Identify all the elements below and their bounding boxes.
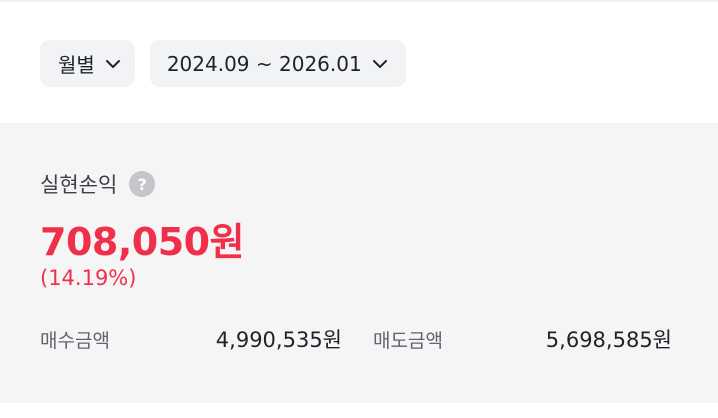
summary-panel: 실현손익 ? 708,050원 (14.19%) 매수금액 4,990,535원… (0, 123, 718, 403)
date-range-label: 2024.09 ~ 2026.01 (166, 51, 362, 76)
pnl-rate: (14.19%) (40, 266, 137, 290)
pnl-amount: 708,050원 (40, 220, 245, 264)
top-divider (0, 0, 718, 2)
sell-amount-value: 5,698,585원 (545, 328, 672, 352)
date-range-dropdown[interactable]: 2024.09 ~ 2026.01 (149, 40, 406, 87)
realized-pnl-page: 월별 2024.09 ~ 2026.01 실현손익 ? 708,050원 (14… (0, 0, 718, 418)
buy-amount-label: 매수금액 (40, 330, 110, 352)
chevron-down-icon (372, 59, 387, 68)
filter-bar: 월별 2024.09 ~ 2026.01 (40, 40, 406, 87)
period-dropdown[interactable]: 월별 (40, 40, 135, 87)
help-icon[interactable]: ? (129, 171, 156, 197)
period-dropdown-label: 월별 (58, 53, 95, 77)
bottom-spacer (0, 403, 718, 418)
buy-amount-value: 4,990,535원 (215, 328, 342, 352)
pnl-label: 실현손익 (40, 173, 118, 197)
pnl-label-row: 실현손익 ? (40, 169, 156, 199)
chevron-down-icon (105, 59, 120, 68)
sell-amount-label: 매도금액 (373, 330, 443, 352)
